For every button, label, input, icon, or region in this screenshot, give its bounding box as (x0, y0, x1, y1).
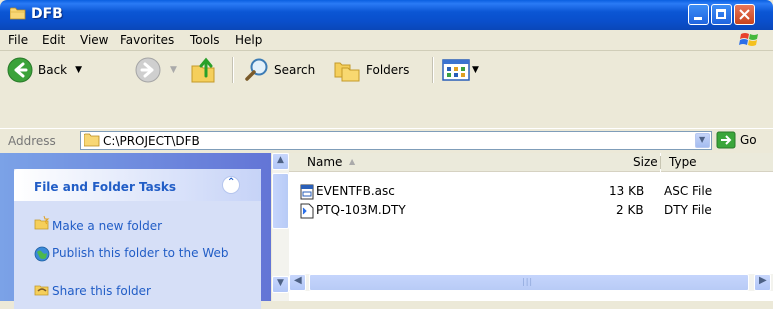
horizontal-scrollbar[interactable]: ◀ ||| ▶ (289, 274, 773, 291)
file-type: ASC File (664, 184, 713, 198)
column-header-type[interactable]: Type (661, 153, 773, 172)
task-panel-header[interactable]: File and Folder Tasks ⌃ (14, 169, 261, 201)
address-label: Address (8, 134, 56, 148)
close-icon (739, 9, 750, 20)
forward-dropdown-icon[interactable]: ▼ (170, 65, 177, 75)
menu-file[interactable]: File (8, 33, 28, 47)
file-size: 2 KB (616, 203, 644, 217)
generic-file-icon (300, 203, 314, 219)
file-row[interactable]: PTQ-103M.DTY 2 KB DTY File (289, 202, 773, 220)
asc-file-icon (300, 184, 314, 200)
menu-edit[interactable]: Edit (42, 33, 65, 47)
minimize-button[interactable] (688, 4, 709, 25)
menu-view[interactable]: View (80, 33, 108, 47)
go-button[interactable]: Go (716, 131, 757, 149)
search-label: Search (274, 63, 316, 77)
maximize-icon (716, 9, 726, 19)
collapse-button[interactable]: ⌃ (222, 176, 240, 194)
file-folder-tasks-panel: File and Folder Tasks ⌃ Make a new folde… (14, 169, 261, 309)
horizontal-scroll-thumb[interactable]: ||| (309, 274, 749, 291)
views-icon (442, 59, 470, 81)
window-title: DFB (31, 6, 63, 22)
share-folder-icon (34, 285, 49, 296)
folder-icon (84, 133, 100, 147)
folders-label: Folders (366, 63, 410, 77)
scroll-right-icon: ▶ (759, 275, 767, 286)
maximize-button[interactable] (711, 4, 732, 25)
column-header-size[interactable]: Size (633, 153, 660, 172)
address-bar: Address C:\PROJECT\DFB ▼ Go (0, 128, 773, 153)
vertical-scrollbar[interactable]: ▲ ▼ (272, 153, 289, 301)
folder-icon (10, 7, 26, 20)
views-button[interactable]: ▼ (442, 59, 479, 81)
file-name: EVENTFB.asc (316, 184, 395, 198)
go-arrow-icon (716, 131, 736, 149)
address-path: C:\PROJECT\DFB (103, 134, 200, 148)
menu-bar: File Edit View Favorites Tools Help (0, 30, 773, 51)
address-dropdown-button[interactable]: ▼ (695, 133, 710, 148)
content-area: File and Folder Tasks ⌃ Make a new folde… (0, 153, 773, 309)
menu-file-label: File (8, 33, 29, 47)
task-share-folder[interactable]: Share this folder (52, 284, 151, 299)
file-row[interactable]: EVENTFB.asc 13 KB ASC File (289, 183, 773, 201)
menu-favorites[interactable]: Favorites (120, 33, 174, 47)
file-type: DTY File (664, 203, 712, 217)
scroll-thumb[interactable] (272, 173, 289, 229)
column-header-name[interactable]: Name ▲ (289, 153, 633, 172)
views-dropdown-icon[interactable]: ▼ (472, 65, 479, 75)
scroll-down-icon: ▼ (277, 278, 284, 288)
column-name-label: Name (307, 155, 343, 169)
toolbar: Back ▼ ▼ Search Folders ▼ (0, 51, 773, 128)
menu-help[interactable]: Help (235, 33, 262, 47)
forward-button[interactable]: ▼ (134, 56, 177, 84)
menu-tools-label: Tools (190, 33, 220, 47)
search-button[interactable]: Search (244, 57, 315, 83)
folders-button[interactable]: Folders (332, 57, 409, 83)
menu-edit-label: Edit (42, 33, 66, 47)
minimize-icon (694, 17, 702, 20)
toolbar-separator (432, 57, 434, 83)
back-label: Back (38, 63, 68, 77)
menu-favorites-label: Favorites (120, 33, 175, 47)
task-publish-folder[interactable]: Publish this folder to the Web (52, 246, 242, 261)
title-bar: DFB (0, 0, 773, 30)
scroll-left-icon: ◀ (294, 275, 302, 286)
scroll-up-button[interactable]: ▲ (272, 153, 289, 170)
menu-tools[interactable]: Tools (190, 33, 220, 47)
scroll-left-button[interactable]: ◀ (289, 274, 306, 291)
file-name: PTQ-103M.DTY (316, 203, 406, 217)
menu-view-label: View (80, 33, 109, 47)
windows-logo-icon (739, 33, 758, 46)
forward-arrow-icon (135, 57, 161, 83)
publish-web-icon (34, 246, 50, 262)
task-make-new-folder[interactable]: Make a new folder (52, 219, 162, 234)
chevron-down-icon: ▼ (699, 135, 706, 144)
folders-icon (334, 62, 360, 82)
address-input[interactable]: C:\PROJECT\DFB ▼ (80, 131, 712, 150)
up-folder-icon (191, 57, 215, 83)
task-pane: File and Folder Tasks ⌃ Make a new folde… (0, 153, 271, 309)
close-button[interactable] (734, 4, 755, 25)
chevron-up-icon: ⌃ (227, 177, 236, 188)
back-arrow-icon (7, 57, 33, 83)
new-folder-icon (34, 215, 50, 230)
scroll-down-button[interactable]: ▼ (272, 276, 289, 293)
up-button[interactable] (190, 56, 220, 86)
back-button[interactable]: Back ▼ (6, 56, 82, 84)
go-label: Go (740, 133, 757, 147)
file-size: 13 KB (609, 184, 645, 198)
scroll-right-button[interactable]: ▶ (754, 274, 771, 291)
toolbar-separator (232, 57, 234, 83)
scroll-up-icon: ▲ (277, 155, 284, 165)
search-icon (245, 58, 268, 81)
scroll-grip-icon: ||| (522, 277, 534, 286)
task-panel-title: File and Folder Tasks (34, 180, 177, 194)
menu-help-label: Help (235, 33, 263, 47)
sort-ascending-icon: ▲ (349, 157, 356, 166)
back-dropdown-icon[interactable]: ▼ (75, 65, 82, 75)
column-type-label: Type (669, 155, 697, 169)
column-size-label: Size (633, 155, 658, 169)
